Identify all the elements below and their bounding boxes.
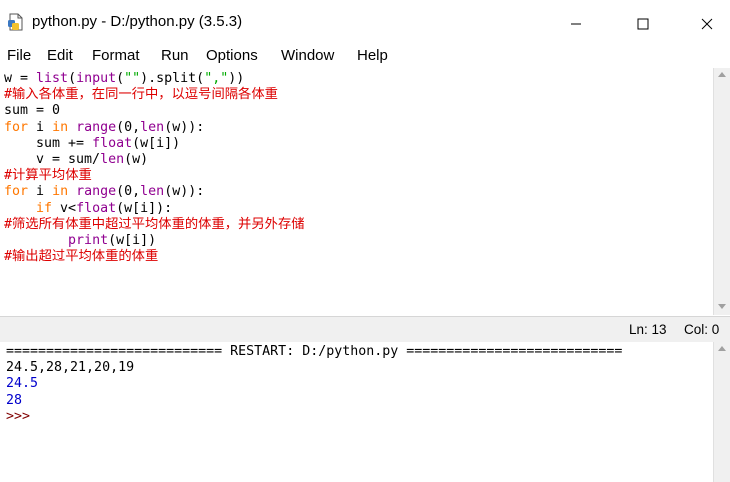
menu-options[interactable]: Options: [206, 47, 258, 64]
code-token: sum +=: [4, 135, 93, 151]
code-line[interactable]: v = sum/len(w): [4, 152, 305, 168]
code-token: (: [116, 71, 125, 86]
code-token: w =: [4, 71, 37, 86]
code-token: split(: [156, 71, 205, 86]
minimize-icon: [571, 23, 581, 25]
code-line[interactable]: w = list(input("").split(",")): [4, 71, 305, 87]
code-token: #筛选所有体重中超过平均体重的体重，并另外存储: [4, 216, 305, 232]
scroll-up-icon[interactable]: [718, 72, 726, 77]
code-token: in: [52, 119, 69, 135]
code-token: print: [68, 232, 109, 248]
shell-line: =========================== RESTART: D:/…: [6, 344, 623, 359]
shell-line: 28: [6, 392, 23, 408]
shell-scroll-up-icon[interactable]: [718, 346, 726, 351]
code-token: (w): [124, 151, 149, 167]
code-line[interactable]: for i in range(0,len(w)):: [4, 184, 305, 200]
python-file-icon: [8, 13, 23, 31]
code-token: (: [68, 71, 77, 86]
code-token: "": [124, 71, 141, 86]
status-bar: Ln: 13 Col: 0: [0, 316, 730, 343]
code-token: (w)):: [164, 119, 205, 135]
shell-prompt: >>>: [6, 408, 31, 424]
menu-window[interactable]: Window: [281, 47, 334, 64]
code-line[interactable]: #输入各体重，在同一行中，以逗号间隔各体重: [4, 87, 305, 103]
close-button[interactable]: [684, 8, 730, 40]
code-line[interactable]: for i in range(0,len(w)):: [4, 120, 305, 136]
code-token: list: [36, 71, 69, 86]
code-editor[interactable]: w = list(input("").split(",")) #输入各体重，在同一…: [0, 68, 714, 315]
code-token: if: [36, 200, 53, 216]
code-token: (w[i]):: [116, 200, 173, 216]
code-token: input: [76, 71, 117, 86]
line-number: Ln: 13: [629, 322, 667, 337]
code-line[interactable]: #输出超过平均体重的体重: [4, 249, 305, 265]
window-title: python.py - D:/python.py (3.5.3): [32, 13, 243, 30]
title-bar: python.py - D:/python.py (3.5.3): [0, 0, 730, 44]
close-icon: [701, 18, 713, 30]
column-number: Col: 0: [684, 322, 720, 337]
shell-scrollbar[interactable]: [713, 342, 730, 482]
code-token: for: [4, 184, 29, 200]
code-token: sum = 0: [4, 103, 61, 119]
code-token: float: [76, 200, 117, 216]
code-line[interactable]: #筛选所有体重中超过平均体重的体重，并另外存储: [4, 217, 305, 233]
maximize-icon: [637, 18, 649, 30]
code-line[interactable]: sum += float(w[i]): [4, 136, 305, 152]
menu-bar: File Edit Format Run Options Window Help: [0, 44, 730, 68]
code-token: v<: [52, 200, 77, 216]
code-token: #输入各体重，在同一行中，以逗号间隔各体重: [4, 87, 278, 103]
code-token: range: [76, 119, 117, 135]
code-token: (0,: [116, 184, 141, 200]
menu-run[interactable]: Run: [161, 47, 189, 64]
code-token: v = sum/: [4, 151, 101, 167]
code-token: )): [228, 71, 245, 86]
code-line[interactable]: #计算平均体重: [4, 168, 305, 184]
code-text[interactable]: w = list(input("").split(",")) #输入各体重，在同一…: [4, 71, 305, 265]
code-token: i: [28, 184, 53, 200]
code-token: in: [52, 184, 69, 200]
code-token: (w)):: [164, 184, 205, 200]
code-token: len: [140, 184, 165, 200]
code-line[interactable]: print(w[i]): [4, 233, 305, 249]
maximize-button[interactable]: [620, 8, 666, 40]
code-token: float: [92, 135, 133, 151]
code-token: len: [100, 151, 125, 167]
code-line[interactable]: sum = 0: [4, 103, 305, 119]
minimize-button[interactable]: [553, 8, 599, 40]
shell-line: 24.5: [6, 376, 39, 392]
code-token: i: [28, 119, 53, 135]
menu-edit[interactable]: Edit: [47, 47, 73, 64]
code-token: (0,: [116, 119, 141, 135]
scroll-down-icon[interactable]: [718, 304, 726, 309]
code-token: range: [76, 184, 117, 200]
code-token: #计算平均体重: [4, 168, 92, 184]
menu-format[interactable]: Format: [92, 47, 140, 64]
menu-file[interactable]: File: [7, 47, 31, 64]
shell-text[interactable]: =========================== RESTART: D:/…: [6, 344, 622, 425]
code-token: (w[i]): [132, 135, 181, 151]
code-token: #输出超过平均体重的体重: [4, 249, 159, 265]
code-token: (w[i]): [108, 232, 157, 248]
code-line[interactable]: if v<float(w[i]):: [4, 201, 305, 217]
code-token: ",": [204, 71, 229, 86]
editor-scrollbar[interactable]: [713, 68, 730, 315]
code-token: ).: [140, 71, 157, 86]
menu-help[interactable]: Help: [357, 47, 388, 64]
code-token: len: [140, 119, 165, 135]
shell-output-pane[interactable]: =========================== RESTART: D:/…: [0, 342, 714, 482]
code-token: for: [4, 119, 29, 135]
shell-line: 24.5,28,21,20,19: [6, 360, 135, 376]
